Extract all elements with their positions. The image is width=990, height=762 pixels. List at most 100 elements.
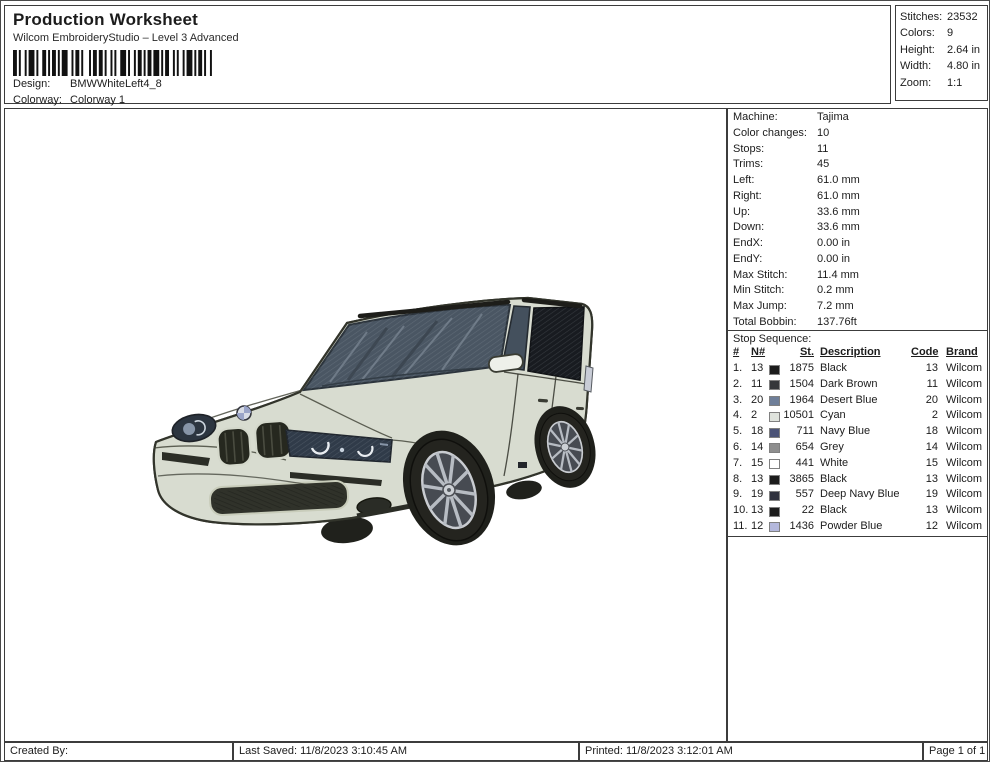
row-num: 2. — [733, 378, 751, 390]
design-preview-car — [152, 280, 600, 552]
machine-info-value: 7.2 mm — [817, 300, 854, 312]
thread-color-swatch — [769, 396, 780, 406]
machine-info-value: 11.4 mm — [817, 269, 859, 281]
row-description: Black — [820, 473, 910, 485]
row-description: Black — [820, 362, 910, 374]
machine-info-value: 45 — [817, 158, 829, 170]
thread-color-swatch — [769, 443, 780, 453]
row-code: 13 — [911, 473, 938, 485]
stop-sequence-row: 10. 13 22 Black 13 Wilcom — [728, 504, 987, 520]
row-brand: Wilcom — [946, 362, 988, 374]
row-description: Black — [820, 504, 910, 516]
row-num: 7. — [733, 457, 751, 469]
machine-info-row: Stops: 11 — [728, 143, 987, 159]
row-description: Grey — [820, 441, 910, 453]
row-needle: 13 — [751, 504, 767, 516]
stop-sequence-row: 11. 12 1436 Powder Blue 12 Wilcom — [728, 520, 987, 536]
stat-row: Stitches: 23532 — [896, 11, 987, 27]
row-stitches: 10501 — [781, 409, 814, 421]
row-needle: 18 — [751, 425, 767, 437]
row-brand: Wilcom — [946, 504, 988, 516]
design-name: BMWWhiteLeft4_8 — [70, 78, 162, 90]
colorway-value: Colorway 1 — [70, 94, 125, 106]
thread-color-swatch — [769, 459, 780, 469]
row-needle: 12 — [751, 520, 767, 532]
stop-sequence-row: 8. 13 3865 Black 13 Wilcom — [728, 473, 987, 489]
row-num: 3. — [733, 394, 751, 406]
thread-color-swatch — [769, 428, 780, 438]
row-description: Powder Blue — [820, 520, 910, 532]
row-code: 18 — [911, 425, 938, 437]
thread-color-swatch — [769, 380, 780, 390]
row-brand: Wilcom — [946, 473, 988, 485]
row-needle: 2 — [751, 409, 767, 421]
row-needle: 20 — [751, 394, 767, 406]
machine-info-value: 0.2 mm — [817, 284, 854, 296]
row-stitches: 711 — [781, 425, 814, 437]
machine-info-label: Up: — [733, 206, 750, 218]
col-header-code: Code — [911, 346, 938, 358]
tail-lamp — [584, 366, 593, 392]
row-brand: Wilcom — [946, 409, 988, 421]
stat-label: Colors: — [900, 27, 935, 39]
machine-info-value: 33.6 mm — [817, 221, 860, 233]
machine-info-label: Stops: — [733, 143, 764, 155]
machine-info-row: Up: 33.6 mm — [728, 206, 987, 222]
thread-color-swatch — [769, 507, 780, 517]
colorway-label: Colorway: — [13, 94, 62, 106]
row-num: 5. — [733, 425, 751, 437]
row-code: 2 — [911, 409, 938, 421]
machine-info-label: Min Stitch: — [733, 284, 784, 296]
machine-info-row: Left: 61.0 mm — [728, 174, 987, 190]
row-needle: 14 — [751, 441, 767, 453]
footer-printed: Printed: 11/8/2023 3:12:01 AM — [579, 742, 923, 761]
stats-list: Stitches: 23532 Colors: 9 Height: 2.64 i… — [896, 11, 987, 93]
machine-info-label: Color changes: — [733, 127, 807, 139]
row-code: 20 — [911, 394, 938, 406]
row-needle: 11 — [751, 378, 767, 390]
machine-info-row: EndY: 0.00 in — [728, 253, 987, 269]
machine-info-row: Trims: 45 — [728, 158, 987, 174]
machine-info-value: 0.00 in — [817, 253, 850, 265]
machine-info-label: Right: — [733, 190, 762, 202]
stats-box: Stitches: 23532 Colors: 9 Height: 2.64 i… — [895, 5, 988, 101]
footer-page-number: Page 1 of 1 — [923, 742, 988, 761]
machine-info-row: Max Jump: 7.2 mm — [728, 300, 987, 316]
machine-info-value: 33.6 mm — [817, 206, 860, 218]
machine-info-label: Max Jump: — [733, 300, 787, 312]
row-code: 15 — [911, 457, 938, 469]
stop-sequence-divider — [728, 536, 987, 537]
thread-color-swatch — [769, 412, 780, 422]
stat-label: Width: — [900, 60, 931, 72]
stop-sequence-row: 5. 18 711 Navy Blue 18 Wilcom — [728, 425, 987, 441]
barcode — [13, 50, 227, 76]
stat-label: Zoom: — [900, 77, 931, 89]
machine-info-value: 61.0 mm — [817, 190, 860, 202]
stat-label: Height: — [900, 44, 935, 56]
machine-info-value: 137.76ft — [817, 316, 857, 328]
row-num: 6. — [733, 441, 751, 453]
stop-sequence-rows: 1. 13 1875 Black 13 Wilcom 2. 11 1504 Da… — [728, 362, 987, 536]
machine-info-label: EndX: — [733, 237, 763, 249]
row-code: 13 — [911, 362, 938, 374]
footer-created-by: Created By: — [4, 742, 233, 761]
machine-info-row: Min Stitch: 0.2 mm — [728, 284, 987, 300]
machine-info-row: Color changes: 10 — [728, 127, 987, 143]
stat-value: 2.64 in — [947, 44, 980, 56]
stat-row: Width: 4.80 in — [896, 60, 987, 76]
stat-value: 1:1 — [947, 77, 962, 89]
m-badge — [518, 462, 527, 468]
row-needle: 13 — [751, 473, 767, 485]
row-num: 9. — [733, 488, 751, 500]
row-needle: 15 — [751, 457, 767, 469]
machine-info-label: EndY: — [733, 253, 762, 265]
header-box: Production Worksheet Wilcom EmbroiderySt… — [4, 5, 891, 104]
stop-sequence-row: 9. 19 557 Deep Navy Blue 19 Wilcom — [728, 488, 987, 504]
row-code: 14 — [911, 441, 938, 453]
stat-label: Stitches: — [900, 11, 942, 23]
machine-info-row: Right: 61.0 mm — [728, 190, 987, 206]
stop-sequence-title: Stop Sequence: — [728, 330, 987, 346]
machine-info-value: Tajima — [817, 111, 849, 123]
row-stitches: 3865 — [781, 473, 814, 485]
thread-color-swatch — [769, 475, 780, 485]
